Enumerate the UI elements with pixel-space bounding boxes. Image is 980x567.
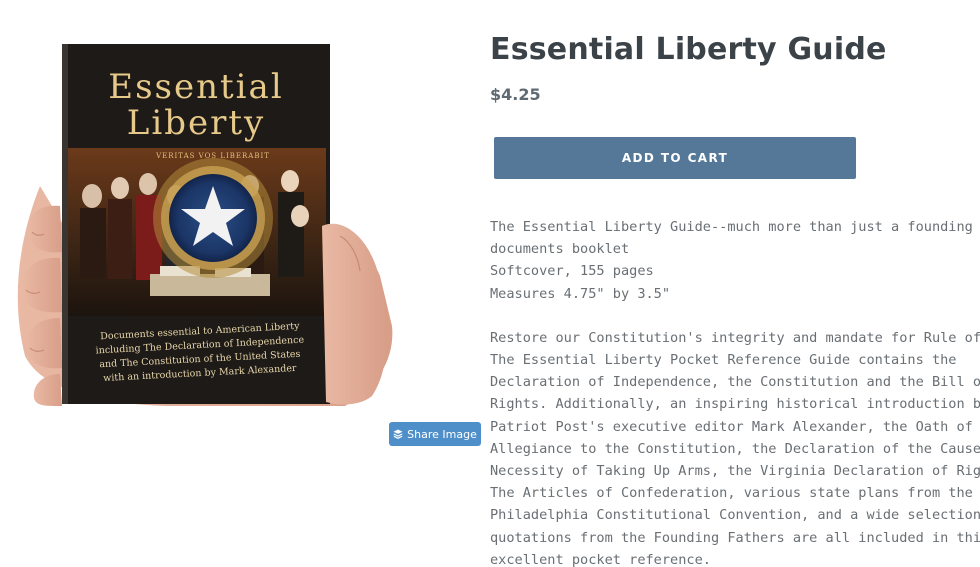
description-line: Softcover, 155 pages bbox=[490, 263, 654, 280]
product-page: Essential Liberty VERITAS VOS LIBERABIT … bbox=[0, 0, 980, 567]
description-line: Philadelphia Constitutional Convention, … bbox=[490, 507, 980, 524]
description-line: Necessity of Taking Up Arms, the Virgini… bbox=[490, 463, 980, 480]
description-line: documents booklet bbox=[490, 241, 630, 258]
description-line: Restore our Constitution's integrity and… bbox=[490, 329, 980, 346]
description-line: quotations from the Founding Fathers are… bbox=[490, 529, 980, 546]
description-line: Measures 4.75" by 3.5" bbox=[490, 285, 671, 302]
seal-motto: VERITAS VOS LIBERABIT bbox=[155, 152, 270, 160]
description-line: The Essential Liberty Pocket Reference G… bbox=[490, 352, 957, 369]
description-line: Patriot Post's executive editor Mark Ale… bbox=[490, 418, 973, 435]
description-line: excellent pocket reference. bbox=[490, 551, 711, 567]
product-description: The Essential Liberty Guide--much more t… bbox=[490, 216, 980, 567]
description-line: The Essential Liberty Guide--much more t… bbox=[490, 219, 973, 235]
share-image-label: Share Image bbox=[407, 427, 477, 441]
product-price: $4.25 bbox=[490, 85, 541, 104]
share-image-button[interactable]: Share Image bbox=[389, 422, 481, 446]
add-to-cart-button[interactable]: ADD TO CART bbox=[494, 137, 856, 179]
description-line: Declaration of Independence, the Constit… bbox=[490, 374, 980, 391]
description-line: Rights. Additionally, an inspiring histo… bbox=[490, 396, 980, 413]
book-title-line1: Essential bbox=[108, 67, 283, 107]
product-image[interactable]: Essential Liberty VERITAS VOS LIBERABIT … bbox=[0, 36, 465, 406]
product-title: Essential Liberty Guide bbox=[490, 32, 887, 67]
description-line: The Articles of Confederation, various s… bbox=[490, 485, 973, 502]
stack-icon bbox=[393, 429, 403, 439]
description-line: Allegiance to the Constitution, the Decl… bbox=[490, 440, 980, 457]
book-title-line2: Liberty bbox=[127, 103, 265, 143]
